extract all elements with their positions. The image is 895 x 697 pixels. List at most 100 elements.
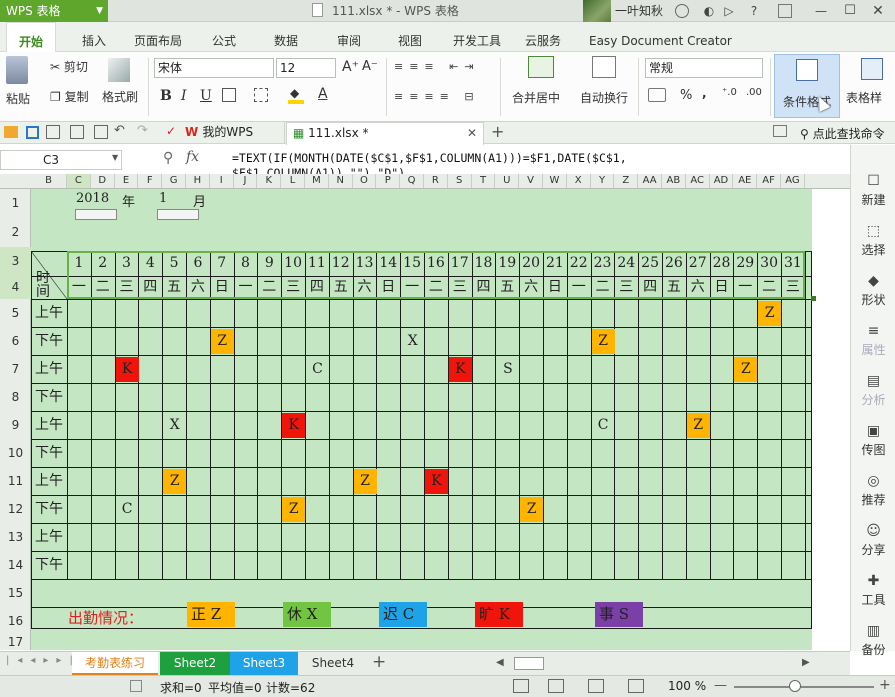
row-header[interactable]: 9 <box>0 411 31 439</box>
copy-button[interactable]: ❐ 复制 <box>50 88 89 105</box>
attendance-mark[interactable]: K <box>448 357 472 382</box>
underline-button[interactable]: U <box>200 88 212 104</box>
scroll-left-icon[interactable]: ◀ <box>496 657 504 668</box>
day-number[interactable]: 6 <box>186 251 210 276</box>
weekday[interactable]: 日 <box>710 276 734 299</box>
day-number[interactable]: 19 <box>495 251 519 276</box>
attendance-mark[interactable]: Z <box>353 469 377 494</box>
weekday[interactable]: 六 <box>686 276 710 299</box>
align-vertical-icons[interactable]: ≡≡≡ ⇤⇥ <box>394 60 494 74</box>
column-header[interactable]: AE <box>733 174 758 188</box>
tab-data[interactable]: 数据 <box>270 22 302 52</box>
day-number[interactable]: 17 <box>448 251 472 276</box>
column-header[interactable]: V <box>519 174 543 188</box>
column-header[interactable]: E <box>115 174 139 188</box>
day-number[interactable]: 21 <box>543 251 567 276</box>
column-header[interactable]: K <box>257 174 282 188</box>
day-number[interactable]: 23 <box>591 251 615 276</box>
column-header[interactable]: W <box>543 174 567 188</box>
search-command[interactable]: ⚲ 点此查找命令 <box>800 125 885 142</box>
reading-mode-icon[interactable] <box>628 679 644 693</box>
weekday[interactable]: 四 <box>638 276 662 299</box>
print-icon[interactable] <box>70 125 84 139</box>
zoom-out-icon[interactable]: — <box>714 678 727 693</box>
column-header[interactable]: AA <box>638 174 662 188</box>
column-header[interactable]: N <box>329 174 353 188</box>
menu-icon[interactable] <box>773 125 787 137</box>
tab-developer[interactable]: 开发工具 <box>449 22 505 52</box>
attendance-mark[interactable]: Z <box>734 357 758 382</box>
column-header[interactable]: S <box>448 174 472 188</box>
scroll-right-icon[interactable]: ▶ <box>802 657 810 668</box>
day-number[interactable]: 15 <box>400 251 424 276</box>
column-header[interactable]: J <box>234 174 258 188</box>
currency-icon[interactable] <box>648 88 666 102</box>
tab-page-layout[interactable]: 页面布局 <box>130 22 186 52</box>
table-style-button[interactable]: 表格样 <box>846 89 882 106</box>
period-label[interactable]: 上午 <box>31 355 67 383</box>
period-label[interactable]: 下午 <box>31 495 67 523</box>
weekday[interactable]: 三 <box>614 276 638 299</box>
font-size-select[interactable]: 12 <box>276 58 336 78</box>
day-number[interactable]: 20 <box>519 251 543 276</box>
cut-button[interactable]: ✂ 剪切 <box>50 58 88 75</box>
number-format-select[interactable]: 常规 <box>645 58 763 78</box>
row-header[interactable]: 15 <box>0 579 31 607</box>
weekday[interactable]: 二 <box>757 276 781 299</box>
redo-icon[interactable]: ↷ <box>137 123 148 138</box>
new-tab-icon[interactable]: + <box>491 122 504 141</box>
font-color-icon[interactable]: A <box>318 86 328 102</box>
column-header[interactable]: Y <box>591 174 615 188</box>
day-number[interactable]: 27 <box>686 251 710 276</box>
horizontal-scrollbar[interactable] <box>514 657 544 670</box>
weekday[interactable]: 一 <box>567 276 591 299</box>
row-header[interactable]: 1 <box>0 189 31 217</box>
sheet-nav-icons[interactable]: |◂◂▸▸| <box>6 655 81 666</box>
save-icon[interactable] <box>26 126 39 139</box>
day-number[interactable]: 9 <box>257 251 281 276</box>
tab-cloud[interactable]: 云服务 <box>521 22 565 52</box>
page-layout-icon[interactable] <box>548 679 564 693</box>
period-label[interactable]: 下午 <box>31 551 67 579</box>
weekday[interactable]: 三 <box>281 276 305 299</box>
weekday[interactable]: 四 <box>305 276 329 299</box>
right-panel-shape[interactable]: ◆ 形状 <box>851 273 895 308</box>
day-number[interactable]: 28 <box>710 251 734 276</box>
chevron-down-icon[interactable]: ▼ <box>112 153 118 162</box>
increase-decimal-icon[interactable]: ⁺.0 <box>722 87 737 98</box>
attendance-mark[interactable]: K <box>282 413 306 438</box>
period-label[interactable]: 下午 <box>31 327 67 355</box>
minimize-icon[interactable]: — <box>812 2 830 20</box>
comma-button[interactable]: , <box>702 86 707 100</box>
column-header[interactable]: AF <box>757 174 781 188</box>
pin-icon[interactable]: ✓ <box>166 124 176 138</box>
period-label[interactable]: 下午 <box>31 383 67 411</box>
tab-easy-doc[interactable]: Easy Document Creator <box>585 22 736 52</box>
attendance-mark[interactable]: Z <box>520 497 544 522</box>
merge-center-button[interactable]: 合并居中 <box>512 89 560 106</box>
weekday[interactable]: 一 <box>733 276 757 299</box>
row-header[interactable]: 14 <box>0 551 31 579</box>
column-header[interactable]: C <box>67 174 91 188</box>
column-header[interactable]: G <box>162 174 186 188</box>
format-painter-button[interactable]: 格式刷 <box>102 88 138 105</box>
attendance-mark[interactable]: Z <box>686 413 710 438</box>
day-number[interactable]: 31 <box>781 251 805 276</box>
day-number[interactable]: 12 <box>329 251 353 276</box>
day-number[interactable]: 5 <box>162 251 186 276</box>
weekday[interactable]: 六 <box>186 276 210 299</box>
user-account[interactable]: 一叶知秋 <box>583 0 691 22</box>
day-number[interactable]: 18 <box>472 251 496 276</box>
function-icon[interactable]: fx <box>186 149 199 165</box>
bold-button[interactable]: B <box>160 88 172 104</box>
weekday[interactable]: 四 <box>138 276 162 299</box>
weekday[interactable]: 六 <box>353 276 377 299</box>
weekday[interactable]: 一 <box>67 276 91 299</box>
attendance-mark[interactable]: S <box>496 357 519 382</box>
feedback-icon[interactable]: ▷ <box>720 2 738 20</box>
right-panel-analysis[interactable]: ▤ 分析 <box>851 373 895 408</box>
weekday[interactable]: 五 <box>162 276 186 299</box>
upload-icon[interactable] <box>778 4 792 18</box>
column-header[interactable]: U <box>495 174 520 188</box>
decrease-decimal-icon[interactable]: .00 <box>746 87 762 98</box>
